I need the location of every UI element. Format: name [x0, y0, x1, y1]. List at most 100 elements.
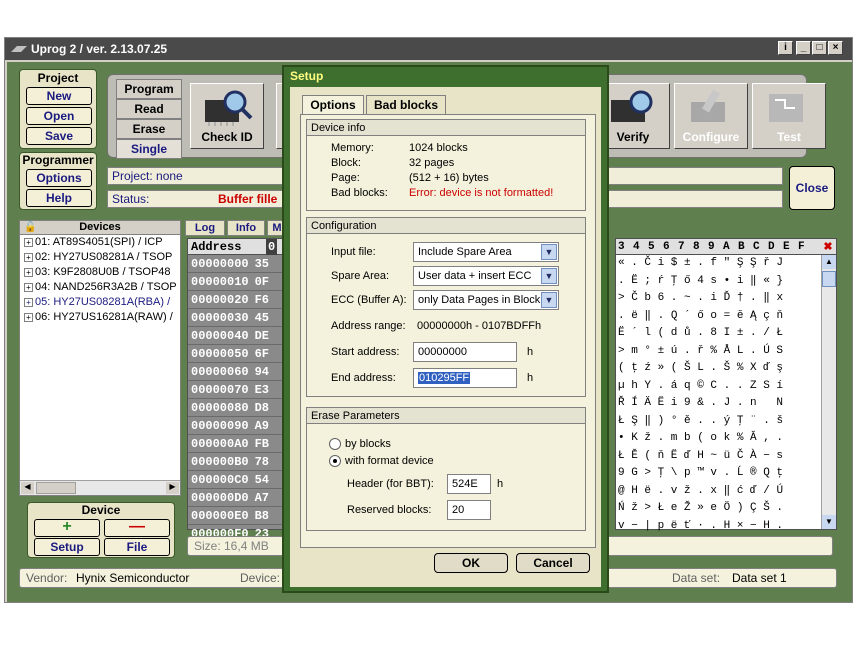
info-icon[interactable]: i — [778, 41, 793, 55]
new-button[interactable]: New — [26, 87, 92, 105]
hex-row[interactable]: 00000070 E3 — [188, 381, 282, 399]
hex-row[interactable]: 00000090 A9 — [188, 417, 282, 435]
hex-row[interactable]: 00000010 0F — [188, 273, 282, 291]
erase-mode-button[interactable]: Erase — [116, 119, 182, 139]
ascii-row[interactable]: Ł Ě ( ň Ë ď H ~ ü Č À − s — [616, 448, 821, 466]
ascii-row[interactable]: v − | p ë ť · . H × − H . — [616, 518, 821, 536]
configure-button[interactable]: Configure — [674, 83, 748, 149]
ascii-row[interactable]: ( ţ ź » ( Š L . Š % X ď ş — [616, 360, 821, 378]
scroll-right-icon[interactable]: ▶ — [166, 482, 179, 494]
reserved-blocks-input[interactable]: 20 — [447, 500, 491, 520]
ascii-row[interactable]: > m ° ± ú . ř % Å L . Ú S — [616, 343, 821, 361]
device-item[interactable]: +06: HY27US16281A(RAW) / — [20, 310, 180, 325]
expand-icon[interactable]: + — [24, 267, 33, 277]
ascii-row[interactable]: • K ž . m b ( o k % Ă , . — [616, 430, 821, 448]
tab-bad-blocks[interactable]: Bad blocks — [366, 95, 446, 114]
device-item[interactable]: +03: K9F2808U0B / TSOP48 — [20, 265, 180, 280]
with-format-label[interactable]: with format device — [345, 455, 434, 467]
open-button[interactable]: Open — [26, 107, 92, 125]
hex-byte[interactable]: FB — [255, 437, 269, 451]
tab-options[interactable]: Options — [302, 95, 364, 115]
hex-row[interactable]: 00000050 6F — [188, 345, 282, 363]
hex-byte[interactable]: F6 — [255, 293, 269, 307]
by-blocks-label[interactable]: by blocks — [345, 438, 391, 450]
close-window-button[interactable]: × — [828, 41, 843, 55]
input-file-select[interactable]: Include Spare Area ▼ — [413, 242, 559, 262]
scroll-thumb[interactable] — [36, 482, 76, 494]
remove-device-button[interactable]: — — [104, 519, 170, 537]
expand-icon[interactable]: + — [24, 297, 33, 307]
check-id-button[interactable]: Check ID — [190, 83, 264, 149]
vertical-scrollbar[interactable]: ▲ ▼ — [821, 255, 836, 529]
cancel-button[interactable]: Cancel — [516, 553, 590, 573]
chevron-down-icon[interactable]: ▼ — [541, 244, 557, 260]
chevron-down-icon[interactable]: ▼ — [541, 292, 557, 308]
scroll-thumb-v[interactable] — [822, 271, 836, 287]
hex-row[interactable]: 00000030 45 — [188, 309, 282, 327]
chevron-down-icon[interactable]: ▼ — [541, 268, 557, 284]
single-mode-button[interactable]: Single — [116, 139, 182, 159]
hex-byte[interactable]: 54 — [255, 473, 269, 487]
ascii-row[interactable]: . Ë ; ŕ Ţ ő 4 s • i ‖ « } — [616, 273, 821, 291]
ascii-row[interactable]: Ń ž > Ł e Ž » e Ö ) Ç Š . — [616, 500, 821, 518]
expand-icon[interactable]: + — [24, 312, 33, 322]
ascii-row[interactable]: Ł Ş ‖ ) ° ě . . ý Ţ ¨ . š — [616, 413, 821, 431]
hex-row[interactable]: 000000A0 FB — [188, 435, 282, 453]
ecc-select[interactable]: only Data Pages in Block ▼ — [413, 290, 559, 310]
horizontal-scrollbar[interactable]: ◀ ▶ — [20, 480, 180, 495]
close-button[interactable]: Close — [789, 166, 835, 210]
test-button[interactable]: Test — [752, 83, 826, 149]
hex-row[interactable]: 000000E0 B8 — [188, 507, 282, 525]
expand-icon[interactable]: + — [24, 237, 33, 247]
device-item[interactable]: +02: HY27US08281A / TSOP — [20, 250, 180, 265]
by-blocks-radio[interactable] — [329, 438, 341, 450]
options-button[interactable]: Options — [26, 169, 92, 187]
hex-row[interactable]: 00000060 94 — [188, 363, 282, 381]
file-button[interactable]: File — [104, 538, 170, 556]
with-format-radio[interactable] — [329, 455, 341, 467]
hex-byte[interactable]: 78 — [255, 455, 269, 469]
header-bbt-input[interactable]: 524E — [447, 474, 491, 494]
hex-byte[interactable]: 6F — [255, 347, 269, 361]
spare-area-select[interactable]: User data + insert ECC ▼ — [413, 266, 559, 286]
hex-row[interactable]: 000000D0 A7 — [188, 489, 282, 507]
program-mode-button[interactable]: Program — [116, 79, 182, 99]
tab-log[interactable]: Log — [185, 220, 225, 236]
scroll-up-icon[interactable]: ▲ — [822, 255, 836, 269]
hex-row[interactable]: 000000C0 54 — [188, 471, 282, 489]
hex-byte[interactable]: B8 — [255, 509, 269, 523]
device-item[interactable]: +01: AT89S4051(SPI) / ICP — [20, 235, 180, 250]
hex-byte[interactable]: 35 — [255, 257, 269, 271]
device-item[interactable]: +04: NAND256R3A2B / TSOP — [20, 280, 180, 295]
ascii-row[interactable]: Ř Í Ä Ë i 9 & . J . n N — [616, 395, 821, 413]
clear-icon[interactable]: ✖ — [821, 240, 835, 254]
end-address-input[interactable]: 010295FF — [413, 368, 517, 388]
setup-button[interactable]: Setup — [34, 538, 100, 556]
hex-byte[interactable]: 0F — [255, 275, 269, 289]
hex-byte[interactable]: 94 — [255, 365, 269, 379]
device-item-selected[interactable]: +05: HY27US08281A(RBA) / — [20, 295, 180, 310]
scroll-down-icon[interactable]: ▼ — [822, 515, 836, 529]
maximize-button[interactable]: □ — [812, 41, 827, 55]
ascii-row[interactable]: @ H ë . v ž . x ‖ ć ď / Ú — [616, 483, 821, 501]
expand-icon[interactable]: + — [24, 282, 33, 292]
hex-byte[interactable]: E3 — [255, 383, 269, 397]
hex-row[interactable]: 00000020 F6 — [188, 291, 282, 309]
ascii-row[interactable]: Ë ´ l ( d ů . 8 I ± . / Ł — [616, 325, 821, 343]
hex-byte[interactable]: A9 — [255, 419, 269, 433]
hex-byte[interactable]: D8 — [255, 401, 269, 415]
hex-byte[interactable]: 45 — [255, 311, 269, 325]
help-button[interactable]: Help — [26, 189, 92, 207]
ascii-row[interactable]: 9 G > Ţ \ p ™ v . Ĺ ® Q ţ — [616, 465, 821, 483]
tab-info[interactable]: Info — [227, 220, 265, 236]
ascii-row[interactable]: . ë ‖ . Q ´ ő o = ĕ Ą ç ň — [616, 308, 821, 326]
ok-button[interactable]: OK — [434, 553, 508, 573]
ascii-row[interactable]: « . Č i $ ± . f " Ş Ş ř J — [616, 255, 821, 273]
hex-byte[interactable]: A7 — [255, 491, 269, 505]
scroll-left-icon[interactable]: ◀ — [21, 482, 34, 494]
add-device-button[interactable]: + — [34, 519, 100, 537]
read-mode-button[interactable]: Read — [116, 99, 182, 119]
hex-row[interactable]: 00000080 D8 — [188, 399, 282, 417]
hex-row[interactable]: 00000040 DE — [188, 327, 282, 345]
hex-row[interactable]: 000000B0 78 — [188, 453, 282, 471]
